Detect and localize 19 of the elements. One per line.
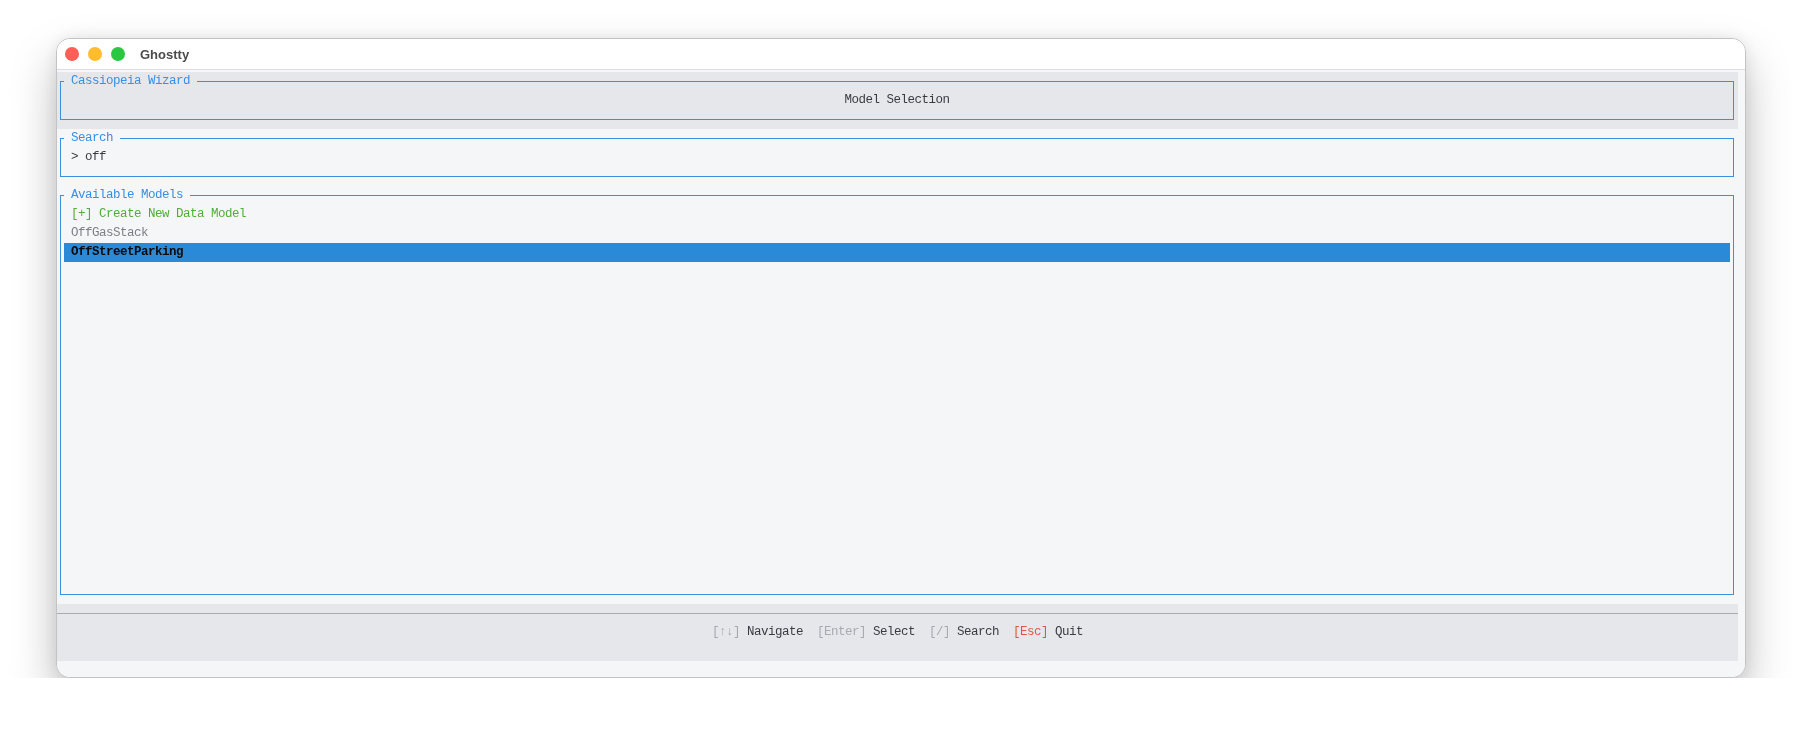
close-button[interactable] (65, 47, 79, 61)
app-title: Cassiopeia Wizard (71, 74, 191, 88)
shortcut-key: [↑↓] (711, 623, 740, 642)
search-field[interactable]: Search > off (60, 129, 1734, 177)
field-label: Search (71, 131, 113, 145)
list-item[interactable]: OffGasStack (64, 224, 1730, 243)
window-title: Ghostty (140, 46, 190, 62)
zoom-button[interactable] (111, 47, 125, 61)
panel-title: Available Models (71, 188, 184, 202)
shortcut-label: Navigate (746, 624, 803, 641)
shortcut-key: [/] (929, 623, 950, 642)
shortcut-key: [Enter] (816, 623, 866, 642)
shortcut-label: Search (957, 624, 1000, 641)
shortcut-label: Quit (1055, 624, 1084, 641)
list-item[interactable]: OffStreetParking (64, 243, 1730, 262)
shortcut-key: [Esc] (1013, 623, 1049, 642)
minimize-button[interactable] (88, 47, 102, 61)
shortcut-label: Select (873, 624, 915, 641)
screen-title: Model Selection (844, 92, 950, 109)
